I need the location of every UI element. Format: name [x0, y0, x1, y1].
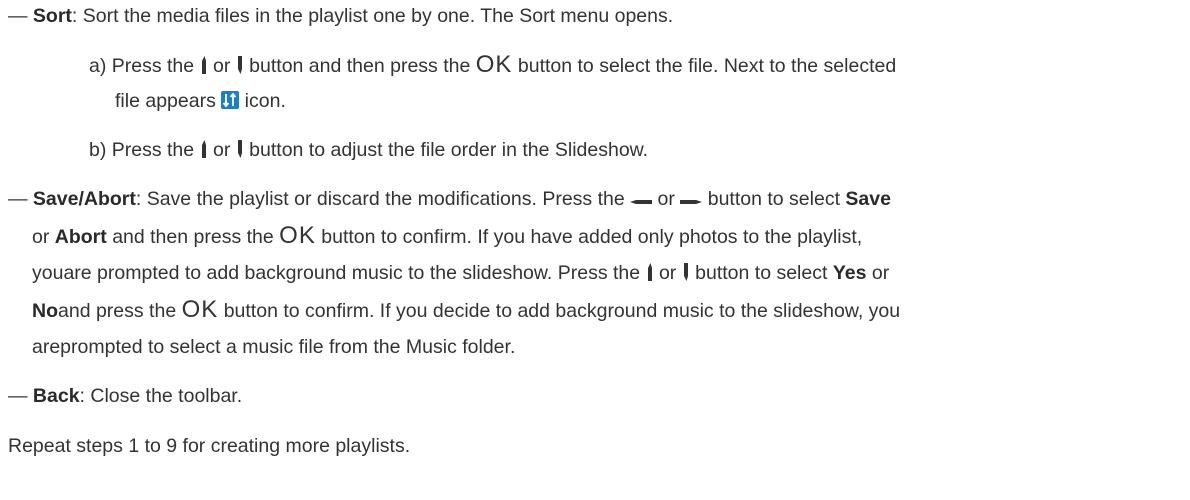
item-dash: —: [8, 385, 28, 407]
save-or2: or: [32, 226, 50, 248]
step-b-prefix: b) Press the: [89, 139, 195, 161]
back-description: : Close the toolbar.: [79, 385, 243, 407]
sort-item-line: — Sort: Sort the media files in the play…: [8, 4, 673, 28]
step-a-or: or: [212, 55, 231, 77]
step-a-middle: button and then press the: [249, 55, 471, 77]
down-arrow-button-icon: [237, 140, 242, 158]
save-or: or: [657, 188, 675, 210]
save-line3-text: youare prompted to add background music …: [32, 262, 641, 284]
up-arrow-button-icon: [201, 56, 206, 74]
save-abort-item-line4: Noand press the OK button to confirm. If…: [32, 298, 900, 323]
save-line3-or: or: [658, 262, 677, 284]
step-b-end: button to adjust the file order in the S…: [249, 139, 649, 161]
item-dash: —: [8, 5, 28, 27]
back-item-line: — Back: Close the toolbar.: [8, 384, 242, 408]
down-arrow-button-icon: [237, 56, 242, 74]
item-dash: —: [8, 188, 28, 210]
up-arrow-button-icon: [201, 140, 206, 158]
save-line3-or2: or: [871, 262, 890, 284]
save-abort-description: : Save the playlist or discard the modif…: [135, 188, 625, 210]
save-abort-item-line5: areprompted to select a music file from …: [32, 335, 515, 359]
save-line4-end: button to confirm. If you decide to add …: [223, 300, 901, 322]
save-abort-item-line2: or Abort and then press the OK button to…: [32, 224, 862, 249]
back-label: Back: [32, 385, 80, 407]
down-arrow-button-icon: [683, 263, 688, 281]
sort-step-a-line1: a) Press the or button and then press th…: [89, 53, 896, 78]
sort-description: : Sort the media files in the playlist o…: [71, 5, 674, 27]
step-a-end: button to select the file. Next to the s…: [517, 55, 897, 77]
save-middle: button to select: [707, 188, 840, 210]
step-a-prefix: a) Press the: [89, 55, 195, 77]
step-a-line2-start: file appears: [115, 90, 216, 112]
save-line4-text: and press the: [58, 300, 177, 322]
ok-button-label: OK: [475, 51, 513, 78]
ok-button-label: OK: [279, 222, 316, 249]
up-arrow-button-icon: [647, 263, 652, 281]
sort-marker-icon: [221, 91, 240, 109]
abort-option-label: Abort: [54, 226, 107, 248]
repeat-steps-text: Repeat steps 1 to 9 for creating more pl…: [8, 435, 411, 457]
sort-step-b-line: b) Press the or button to adjust the fil…: [89, 138, 648, 162]
no-option-label: No: [32, 300, 58, 322]
save-line2-text: and then press the: [112, 226, 274, 248]
step-b-or: or: [212, 139, 231, 161]
save-option-label: Save: [845, 188, 891, 210]
step-a-line2-end: icon.: [244, 90, 286, 112]
save-abort-item-line1: — Save/Abort: Save the playlist or disca…: [8, 187, 891, 211]
yes-option-label: Yes: [832, 262, 867, 284]
sort-step-a-line2: file appears icon.: [115, 89, 286, 113]
save-abort-item-line3: youare prompted to add background music …: [32, 261, 889, 285]
save-line3-middle: button to select: [695, 262, 828, 284]
save-line5-text: areprompted to select a music file from …: [32, 336, 516, 358]
ok-button-label: OK: [181, 296, 219, 323]
left-arrow-button-icon: [630, 200, 653, 204]
right-arrow-button-icon: [680, 200, 703, 204]
sort-label: Sort: [32, 5, 72, 27]
save-abort-label: Save/Abort: [32, 188, 136, 210]
save-line2-end: button to confirm. If you have added onl…: [321, 226, 863, 248]
